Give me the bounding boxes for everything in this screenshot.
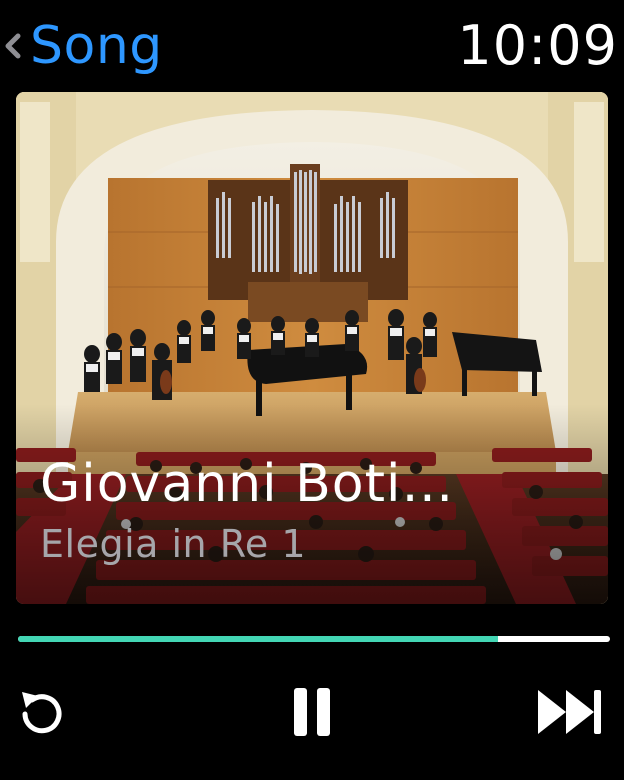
top-bar: Song 10:09 — [0, 0, 624, 86]
replay-button[interactable] — [12, 682, 72, 742]
skip-forward-icon — [538, 690, 601, 734]
replay-icon — [22, 692, 62, 734]
pause-icon — [294, 688, 330, 736]
playback-progress-bar[interactable] — [18, 636, 610, 642]
skip-forward-button[interactable] — [532, 682, 608, 742]
progress-fill — [18, 636, 498, 642]
track-title: Giovanni Boti… — [40, 454, 455, 514]
pause-button[interactable] — [282, 682, 342, 742]
track-subtitle: Elegia in Re 1 — [40, 522, 307, 566]
chevron-left-icon — [5, 33, 21, 59]
back-label: Song — [30, 16, 163, 76]
back-button[interactable]: Song — [0, 14, 163, 78]
status-time: 10:09 — [457, 14, 618, 77]
album-artwork[interactable]: Giovanni Boti… Elegia in Re 1 — [16, 92, 608, 604]
